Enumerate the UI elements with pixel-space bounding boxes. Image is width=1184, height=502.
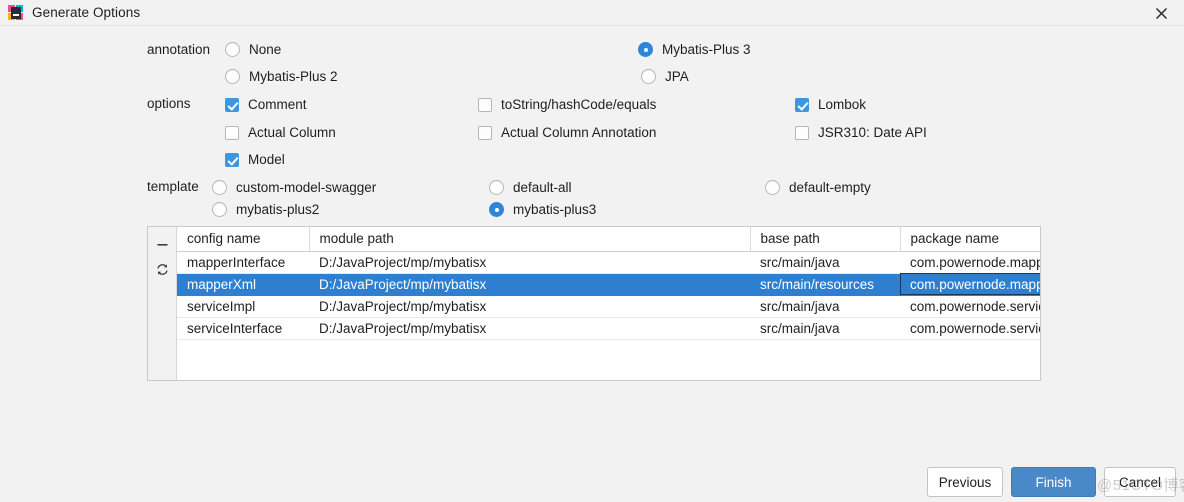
column-header-package-name[interactable]: package name: [900, 227, 1040, 252]
idea-app-icon: [8, 4, 24, 21]
table-header-row: config name module path base path packag…: [177, 227, 1040, 252]
checkbox-indicator: [225, 97, 239, 112]
radio-label: Mybatis-Plus 2: [249, 69, 338, 84]
radio-label: mybatis-plus3: [513, 202, 597, 217]
radio-label: default-all: [513, 180, 572, 195]
radio-annotation-mybatis-plus-3[interactable]: Mybatis-Plus 3: [638, 42, 751, 57]
finish-button[interactable]: Finish: [1011, 467, 1096, 497]
radio-annotation-mybatis-plus-2[interactable]: Mybatis-Plus 2: [225, 69, 338, 84]
table-row[interactable]: serviceInterface D:/JavaProject/mp/mybat…: [177, 317, 1040, 340]
checkbox-lombok[interactable]: Lombok: [795, 97, 866, 112]
close-icon[interactable]: [1138, 0, 1184, 26]
radio-label: None: [249, 42, 282, 57]
checkbox-label: JSR310: Date API: [818, 125, 927, 140]
table-row-selected[interactable]: mapperXml D:/JavaProject/mp/mybatisx src…: [177, 273, 1040, 296]
table-row[interactable]: serviceImpl D:/JavaProject/mp/mybatisx s…: [177, 295, 1040, 318]
checkbox-actual-column[interactable]: Actual Column: [225, 125, 336, 140]
radio-template-mybatis-plus3[interactable]: mybatis-plus3: [489, 202, 596, 217]
radio-indicator: [489, 202, 504, 217]
checkbox-indicator: [795, 97, 809, 112]
checkbox-label: Model: [248, 152, 285, 167]
checkbox-jsr310-date-api[interactable]: JSR310: Date API: [795, 125, 927, 140]
checkbox-indicator: [478, 97, 492, 112]
radio-annotation-jpa[interactable]: JPA: [641, 69, 689, 84]
refresh-icon[interactable]: [151, 258, 173, 280]
radio-label: mybatis-plus2: [236, 202, 320, 217]
radio-label: custom-model-swagger: [236, 180, 377, 195]
cell-package-name[interactable]: com.powernode.service.impl: [900, 295, 1040, 318]
checkbox-actual-column-annotation[interactable]: Actual Column Annotation: [478, 125, 656, 140]
column-header-config-name[interactable]: config name: [177, 227, 310, 252]
options-label: options: [147, 96, 191, 111]
checkbox-label: Actual Column Annotation: [501, 125, 657, 140]
table-row[interactable]: mapperInterface D:/JavaProject/mp/mybati…: [177, 251, 1040, 274]
title-bar: Generate Options: [0, 0, 1184, 26]
cancel-button[interactable]: Cancel: [1104, 467, 1176, 497]
checkbox-label: toString/hashCode/equals: [501, 97, 657, 112]
checkbox-model[interactable]: Model: [225, 152, 285, 167]
checkbox-indicator: [225, 125, 239, 140]
cell-package-name[interactable]: com.powernode.mapper: [900, 273, 1040, 296]
table-toolbar: [148, 227, 177, 380]
column-header-base-path[interactable]: base path: [750, 227, 901, 252]
cell-base-path[interactable]: src/main/java: [750, 295, 900, 318]
radio-indicator: [225, 42, 240, 57]
radio-indicator: [638, 42, 653, 57]
radio-indicator: [765, 180, 780, 195]
checkbox-label: Lombok: [818, 97, 867, 112]
cell-config-name[interactable]: serviceInterface: [177, 317, 309, 340]
remove-icon[interactable]: [151, 233, 173, 255]
template-label: template: [147, 179, 199, 194]
checkbox-indicator: [795, 125, 809, 140]
radio-indicator: [641, 69, 656, 84]
cell-module-path[interactable]: D:/JavaProject/mp/mybatisx: [309, 295, 750, 318]
radio-indicator: [212, 180, 227, 195]
cell-base-path[interactable]: src/main/resources: [750, 273, 900, 296]
cell-package-name[interactable]: com.powernode.service: [900, 317, 1040, 340]
checkbox-label: Actual Column: [248, 125, 336, 140]
config-table: config name module path base path packag…: [177, 227, 1040, 340]
dialog-title: Generate Options: [32, 5, 141, 20]
cell-base-path[interactable]: src/main/java: [750, 317, 900, 340]
radio-indicator: [212, 202, 227, 217]
radio-template-mybatis-plus2[interactable]: mybatis-plus2: [212, 202, 319, 217]
checkbox-label: Comment: [248, 97, 307, 112]
generate-options-dialog: Generate Options annotation None Mybatis…: [0, 0, 1184, 502]
radio-indicator: [225, 69, 240, 84]
cell-config-name[interactable]: mapperXml: [177, 273, 309, 296]
radio-label: Mybatis-Plus 3: [662, 42, 751, 57]
cell-config-name[interactable]: serviceImpl: [177, 295, 309, 318]
column-header-module-path[interactable]: module path: [309, 227, 751, 252]
radio-indicator: [489, 180, 504, 195]
radio-template-custom-model-swagger[interactable]: custom-model-swagger: [212, 180, 376, 195]
annotation-label: annotation: [147, 42, 211, 57]
checkbox-indicator: [225, 152, 239, 167]
checkbox-tostring-hashcode-equals[interactable]: toString/hashCode/equals: [478, 97, 656, 112]
radio-template-default-empty[interactable]: default-empty: [765, 180, 871, 195]
config-table-panel: config name module path base path packag…: [147, 226, 1041, 381]
radio-annotation-none[interactable]: None: [225, 42, 281, 57]
previous-button[interactable]: Previous: [927, 467, 1003, 497]
radio-label: default-empty: [789, 180, 871, 195]
checkbox-indicator: [478, 125, 492, 140]
cell-module-path[interactable]: D:/JavaProject/mp/mybatisx: [309, 251, 750, 274]
config-table-scroll[interactable]: config name module path base path packag…: [177, 227, 1040, 380]
cell-package-name[interactable]: com.powernode.mapper: [900, 251, 1040, 274]
radio-label: JPA: [665, 69, 689, 84]
cell-base-path[interactable]: src/main/java: [750, 251, 900, 274]
cell-config-name[interactable]: mapperInterface: [177, 251, 309, 274]
radio-template-default-all[interactable]: default-all: [489, 180, 572, 195]
checkbox-comment[interactable]: Comment: [225, 97, 307, 112]
cell-module-path[interactable]: D:/JavaProject/mp/mybatisx: [309, 273, 750, 296]
cell-module-path[interactable]: D:/JavaProject/mp/mybatisx: [309, 317, 750, 340]
